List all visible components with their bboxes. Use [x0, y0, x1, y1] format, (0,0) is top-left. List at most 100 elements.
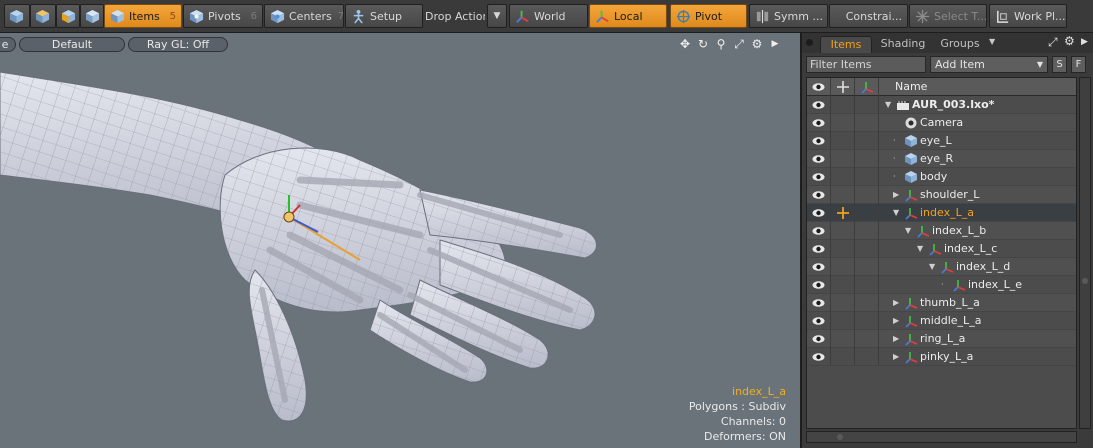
lock-toggle[interactable]	[831, 96, 855, 114]
visibility-toggle[interactable]	[807, 330, 831, 348]
tree-row[interactable]: · body	[807, 168, 1076, 186]
add-item-dropdown[interactable]: Add Item ▼	[930, 56, 1048, 73]
visibility-toggle[interactable]	[807, 150, 831, 168]
visibility-toggle[interactable]	[807, 258, 831, 276]
tab-items[interactable]: Items	[820, 36, 872, 53]
raygl-toggle-pill[interactable]: Ray GL: Off	[128, 37, 228, 52]
lock-toggle[interactable]	[831, 348, 855, 366]
panel-menu-icon[interactable]: ▶	[1081, 37, 1088, 47]
centers-mode-button[interactable]: Centers 7	[264, 4, 344, 28]
lock-toggle[interactable]	[831, 312, 855, 330]
maximize-view-icon[interactable]: ⤢	[732, 37, 746, 51]
symmetry-button[interactable]: Symm ...	[749, 4, 828, 28]
polygons-mode-button[interactable]	[56, 4, 80, 28]
expand-arrow-icon[interactable]: ▼	[917, 245, 925, 253]
expand-arrow-icon[interactable]: ▼	[929, 263, 937, 271]
tree-row[interactable]: · eye_L	[807, 132, 1076, 150]
collapse-arrow-icon[interactable]: ▶	[893, 317, 901, 325]
lock-toggle[interactable]	[831, 168, 855, 186]
lock-toggle[interactable]	[831, 222, 855, 240]
shading-style-pill[interactable]: Default	[19, 37, 125, 52]
lock-toggle[interactable]	[831, 330, 855, 348]
maximize-panel-icon[interactable]: ⤢	[1048, 35, 1058, 50]
work-plane-button[interactable]: Work Pl...	[989, 4, 1067, 28]
lock-toggle[interactable]	[831, 294, 855, 312]
expand-arrow-icon[interactable]: ▼	[905, 227, 913, 235]
tree-row[interactable]: ▼ index_L_c	[807, 240, 1076, 258]
tree-row[interactable]: ▶ shoulder_L	[807, 186, 1076, 204]
pivots-mode-button[interactable]: Pivots 6	[183, 4, 263, 28]
visibility-toggle[interactable]	[807, 276, 831, 294]
lock-toggle[interactable]	[831, 186, 855, 204]
lock-toggle[interactable]	[831, 132, 855, 150]
tree-scrollbar[interactable]	[1079, 77, 1091, 429]
tree-row[interactable]: ▶ thumb_L_a	[807, 294, 1076, 312]
collapse-arrow-icon[interactable]: ▶	[893, 299, 901, 307]
move-view-icon[interactable]: ✥	[678, 37, 692, 51]
visibility-toggle[interactable]	[807, 114, 831, 132]
tree-row[interactable]: · eye_R	[807, 150, 1076, 168]
visibility-toggle[interactable]	[807, 132, 831, 150]
lock-toggle[interactable]	[831, 258, 855, 276]
rotate-view-icon[interactable]: ↻	[696, 37, 710, 51]
materials-mode-button[interactable]	[80, 4, 104, 28]
constraints-button[interactable]: Constrai...	[829, 4, 908, 28]
lock-toggle[interactable]	[831, 150, 855, 168]
3d-viewport[interactable]: e Default Ray GL: Off ✥ ↻ ⚲ ⤢ ⚙ ▶ index_…	[0, 33, 800, 448]
lock-toggle[interactable]	[831, 240, 855, 258]
visibility-toggle[interactable]	[807, 204, 831, 222]
setup-mode-button[interactable]: Setup	[345, 4, 423, 28]
lock-toggle[interactable]	[831, 204, 855, 222]
viewport-mode-pill[interactable]: e	[0, 37, 16, 52]
panel-gear-icon[interactable]: ⚙	[1064, 34, 1075, 48]
tree-row[interactable]: ▶ pinky_L_a	[807, 348, 1076, 366]
triangle-right-icon[interactable]: ▶	[768, 37, 782, 51]
tree-row[interactable]: ▼ index_L_a	[807, 204, 1076, 222]
zoom-view-icon[interactable]: ⚲	[714, 37, 728, 51]
visibility-toggle[interactable]	[807, 348, 831, 366]
tree-row[interactable]: ▼ AUR_003.lxo*	[807, 96, 1076, 114]
type-column-header[interactable]	[855, 78, 879, 96]
items-mode-button[interactable]: Items 5	[104, 4, 182, 28]
tree-hscroll-grip[interactable]	[837, 434, 843, 440]
tree-row[interactable]: Camera	[807, 114, 1076, 132]
visibility-toggle[interactable]	[807, 168, 831, 186]
lock-toggle[interactable]	[831, 114, 855, 132]
tree-row[interactable]: ▶ middle_L_a	[807, 312, 1076, 330]
gear-icon[interactable]: ⚙	[750, 37, 764, 51]
visibility-toggle[interactable]	[807, 294, 831, 312]
visibility-toggle[interactable]	[807, 96, 831, 114]
filter-items-input[interactable]: Filter Items	[806, 56, 926, 73]
expand-arrow-icon[interactable]: ▼	[885, 101, 893, 109]
scrollbar-grip[interactable]	[1082, 278, 1088, 284]
collapse-arrow-icon[interactable]: ▶	[893, 335, 901, 343]
tree-row[interactable]: · index_L_e	[807, 276, 1076, 294]
lock-toggle[interactable]	[831, 276, 855, 294]
pivot-action-button[interactable]: Pivot	[670, 4, 747, 28]
visibility-toggle[interactable]	[807, 222, 831, 240]
visibility-column-header[interactable]	[807, 78, 831, 96]
drop-action-dropdown[interactable]: ▼	[487, 4, 507, 28]
tree-row[interactable]: ▶ ring_L_a	[807, 330, 1076, 348]
collapse-arrow-icon[interactable]: ▶	[893, 353, 901, 361]
tree-row[interactable]: ▼ index_L_b	[807, 222, 1076, 240]
world-space-button[interactable]: World	[509, 4, 588, 28]
tab-groups[interactable]: Groups	[932, 36, 988, 53]
select-through-button[interactable]: Select T...	[909, 4, 987, 28]
edges-mode-button[interactable]	[30, 4, 56, 28]
visibility-toggle[interactable]	[807, 240, 831, 258]
tree-row[interactable]: ▼ index_L_d	[807, 258, 1076, 276]
collapse-arrow-icon[interactable]: ▶	[893, 191, 901, 199]
visibility-toggle[interactable]	[807, 312, 831, 330]
f-toggle-button[interactable]: F	[1071, 56, 1086, 73]
lock-column-header[interactable]	[831, 78, 855, 96]
local-space-button[interactable]: Local	[589, 4, 667, 28]
s-toggle-button[interactable]: S	[1052, 56, 1067, 73]
vertices-mode-button[interactable]	[4, 4, 30, 28]
expand-arrow-icon[interactable]: ▼	[893, 209, 901, 217]
tree-bottom-bar[interactable]	[806, 431, 1077, 443]
tab-shading[interactable]: Shading	[874, 36, 932, 53]
visibility-toggle[interactable]	[807, 186, 831, 204]
item-tree[interactable]: Name ▼ AUR_003.lxo* Camera · eye_L · eye_R · bod…	[806, 77, 1077, 429]
tabs-menu-chevron-icon[interactable]: ▼	[989, 37, 995, 46]
